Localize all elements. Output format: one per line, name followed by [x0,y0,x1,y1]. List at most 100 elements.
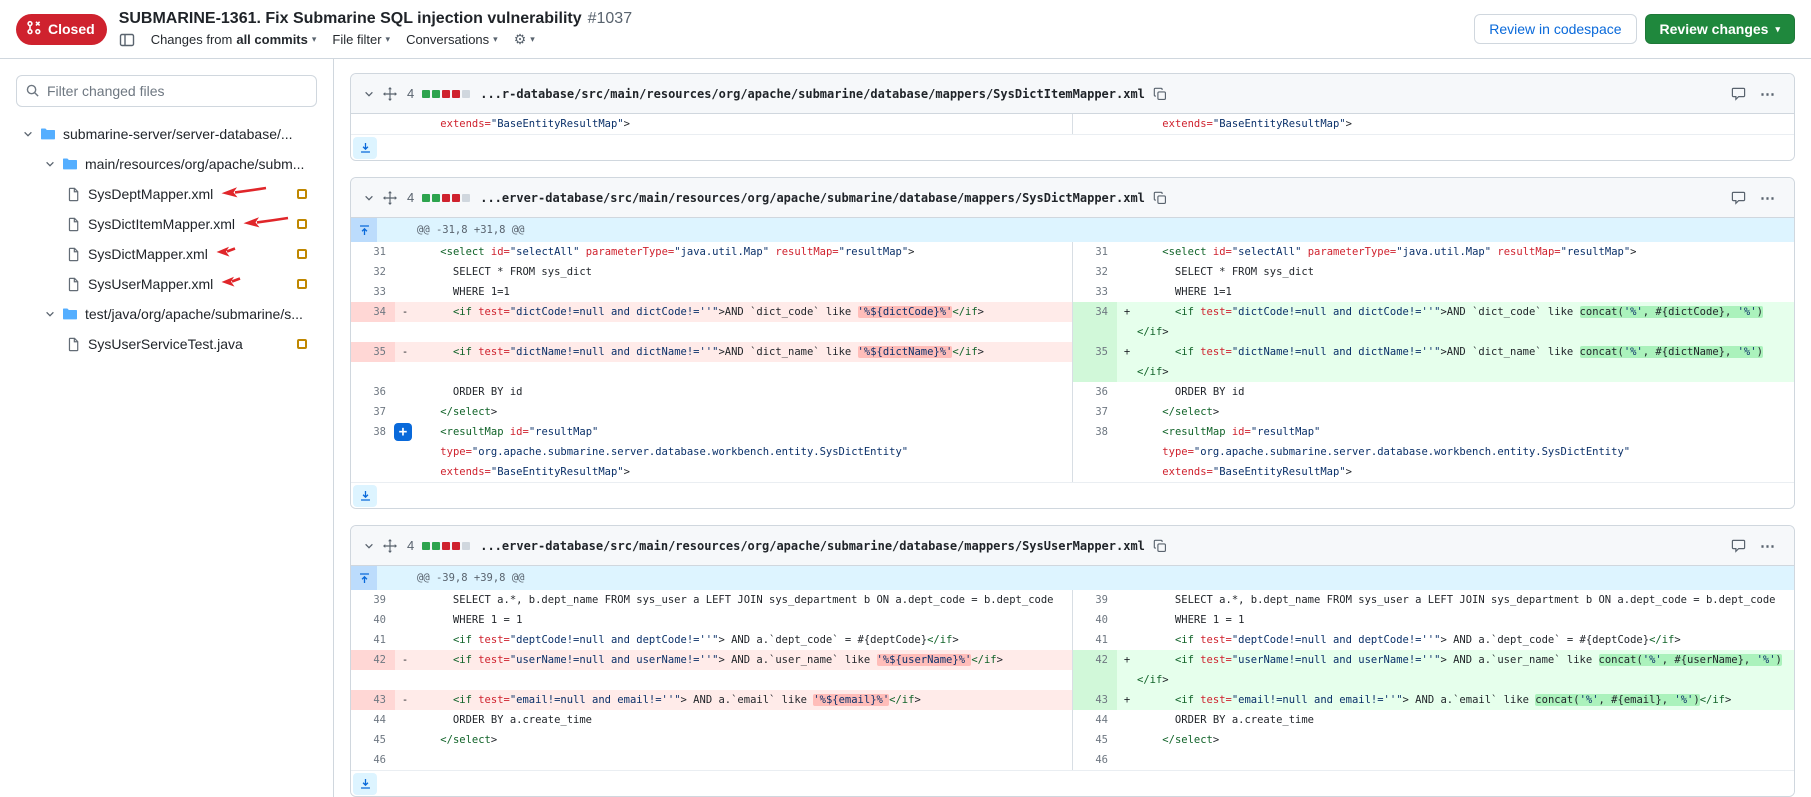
line-number[interactable]: 43 [1073,690,1117,710]
diff-settings-dropdown[interactable]: ⚙ ▾ [514,31,535,48]
diff-row: 32 SELECT * FROM sys_dict32 SELECT * FRO… [351,262,1794,282]
line-number[interactable]: 37 [351,402,395,422]
file-comment-button[interactable] [1731,538,1746,553]
word-diff-highlight: concat('%', #{userName}, '%') [1599,654,1782,666]
line-number[interactable]: 41 [351,630,395,650]
file-path[interactable]: ...erver-database/src/main/resources/org… [480,539,1145,553]
line-number[interactable]: 38 [1073,422,1117,442]
line-number[interactable]: 32 [1073,262,1117,282]
diff-marker: - [395,650,415,670]
drag-handle-icon[interactable] [383,539,397,553]
diff-row: 33 WHERE 1=133 WHERE 1=1 [351,282,1794,302]
line-number[interactable]: 39 [1073,590,1117,610]
line-number[interactable]: 44 [1073,710,1117,730]
diff-marker [395,402,415,422]
file-path[interactable]: ...r-database/src/main/resources/org/apa… [480,87,1145,101]
review-changes-button[interactable]: Review changes ▾ [1645,14,1795,44]
file-filter-input[interactable] [16,75,317,107]
line-number[interactable]: 34 [351,302,395,322]
file-icon [66,277,81,292]
expand-up-button[interactable] [351,218,377,242]
diff-marker [1117,422,1137,442]
line-number[interactable]: 42 [351,650,395,670]
hunk-header-row: @@ -39,8 +39,8 @@ [351,566,1794,590]
line-number[interactable]: 44 [351,710,395,730]
line-number[interactable]: 40 [351,610,395,630]
diffstat-square-add [422,90,430,98]
copy-path-button[interactable] [1153,191,1167,205]
line-number[interactable]: 41 [1073,630,1117,650]
line-number[interactable]: 31 [1073,242,1117,262]
diff-marker [1117,670,1137,690]
expand-down-button[interactable] [353,773,377,795]
tree-file-item[interactable]: SysUserMapper.xml [0,269,333,299]
tree-file-item[interactable]: SysDictMapper.xml [0,239,333,269]
line-number[interactable]: 34 [1073,302,1117,322]
file-comment-button[interactable] [1731,190,1746,205]
line-number[interactable]: 43 [351,690,395,710]
line-number[interactable]: 33 [351,282,395,302]
copy-path-button[interactable] [1153,87,1167,101]
collapse-file-button[interactable] [363,88,375,100]
sidebar-toggle-button[interactable] [119,32,135,48]
tree-file-item[interactable]: SysUserServiceTest.java [0,329,333,359]
diff-marker [1117,630,1137,650]
line-number[interactable]: 35 [1073,342,1117,362]
line-number[interactable]: 45 [1073,730,1117,750]
collapse-file-button[interactable] [363,540,375,552]
tree-file-item[interactable]: SysDictItemMapper.xml [0,209,333,239]
file-options-kebab-button[interactable]: ⋯ [1754,536,1782,556]
expand-up-button[interactable] [351,566,377,590]
file-options-kebab-button[interactable]: ⋯ [1754,84,1782,104]
changes-from-dropdown[interactable]: Changes from all commits ▾ [151,32,317,47]
hunk-header-row: @@ -31,8 +31,8 @@ [351,218,1794,242]
diffstat-squares [422,542,470,550]
add-comment-button[interactable]: + [394,423,412,441]
diff-new-half: 42+ <if test="userName!=null and userNam… [1072,650,1794,670]
line-number[interactable]: 33 [1073,282,1117,302]
file-path[interactable]: ...erver-database/src/main/resources/org… [480,191,1145,205]
diff-old-half: 37 </select> [351,402,1072,422]
line-number[interactable]: 36 [351,382,395,402]
diffstat-square-del [442,542,450,550]
diff-new-half: 44 ORDER BY a.create_time [1072,710,1794,730]
file-modified-status-icon [297,339,307,349]
line-number[interactable]: 40 [1073,610,1117,630]
diffstat-square-add [422,542,430,550]
line-number[interactable]: 42 [1073,650,1117,670]
copy-path-button[interactable] [1153,539,1167,553]
diff-old-half: 36 ORDER BY id [351,382,1072,402]
drag-handle-icon[interactable] [383,191,397,205]
tree-folder-item[interactable]: submarine-server/server-database/... [0,119,333,149]
file-comment-button[interactable] [1731,86,1746,101]
line-number[interactable]: 35 [351,342,395,362]
line-number[interactable]: 31 [351,242,395,262]
file-filter-dropdown[interactable]: File filter ▾ [332,32,390,47]
tree-folder-item[interactable]: test/java/org/apache/submarine/s... [0,299,333,329]
review-in-codespace-button[interactable]: Review in codespace [1474,14,1636,44]
line-number[interactable]: 36 [1073,382,1117,402]
drag-handle-icon[interactable] [383,87,397,101]
diff-marker: - [395,342,415,362]
line-number[interactable]: 38+ [351,422,395,442]
tree-file-item[interactable]: SysDeptMapper.xml [0,179,333,209]
diff-marker [395,382,415,402]
collapse-file-button[interactable] [363,192,375,204]
diff-marker: + [1117,650,1137,670]
line-number[interactable]: 46 [351,750,395,770]
line-number[interactable]: 37 [1073,402,1117,422]
line-number[interactable]: 32 [351,262,395,282]
file-icon [66,337,81,352]
diff-old-half: 31 <select id="selectAll" parameterType=… [351,242,1072,262]
line-number[interactable]: 46 [1073,750,1117,770]
code-line: ORDER BY a.create_time [1137,710,1794,730]
file-options-kebab-button[interactable]: ⋯ [1754,188,1782,208]
expand-down-button[interactable] [353,137,377,159]
tree-folder-item[interactable]: main/resources/org/apache/subm... [0,149,333,179]
diff-new-half: 36 ORDER BY id [1072,382,1794,402]
expand-down-button[interactable] [353,485,377,507]
line-number[interactable]: 45 [351,730,395,750]
tree-item-label: submarine-server/server-database/... [63,126,293,142]
conversations-dropdown[interactable]: Conversations ▾ [406,32,498,47]
line-number[interactable]: 39 [351,590,395,610]
